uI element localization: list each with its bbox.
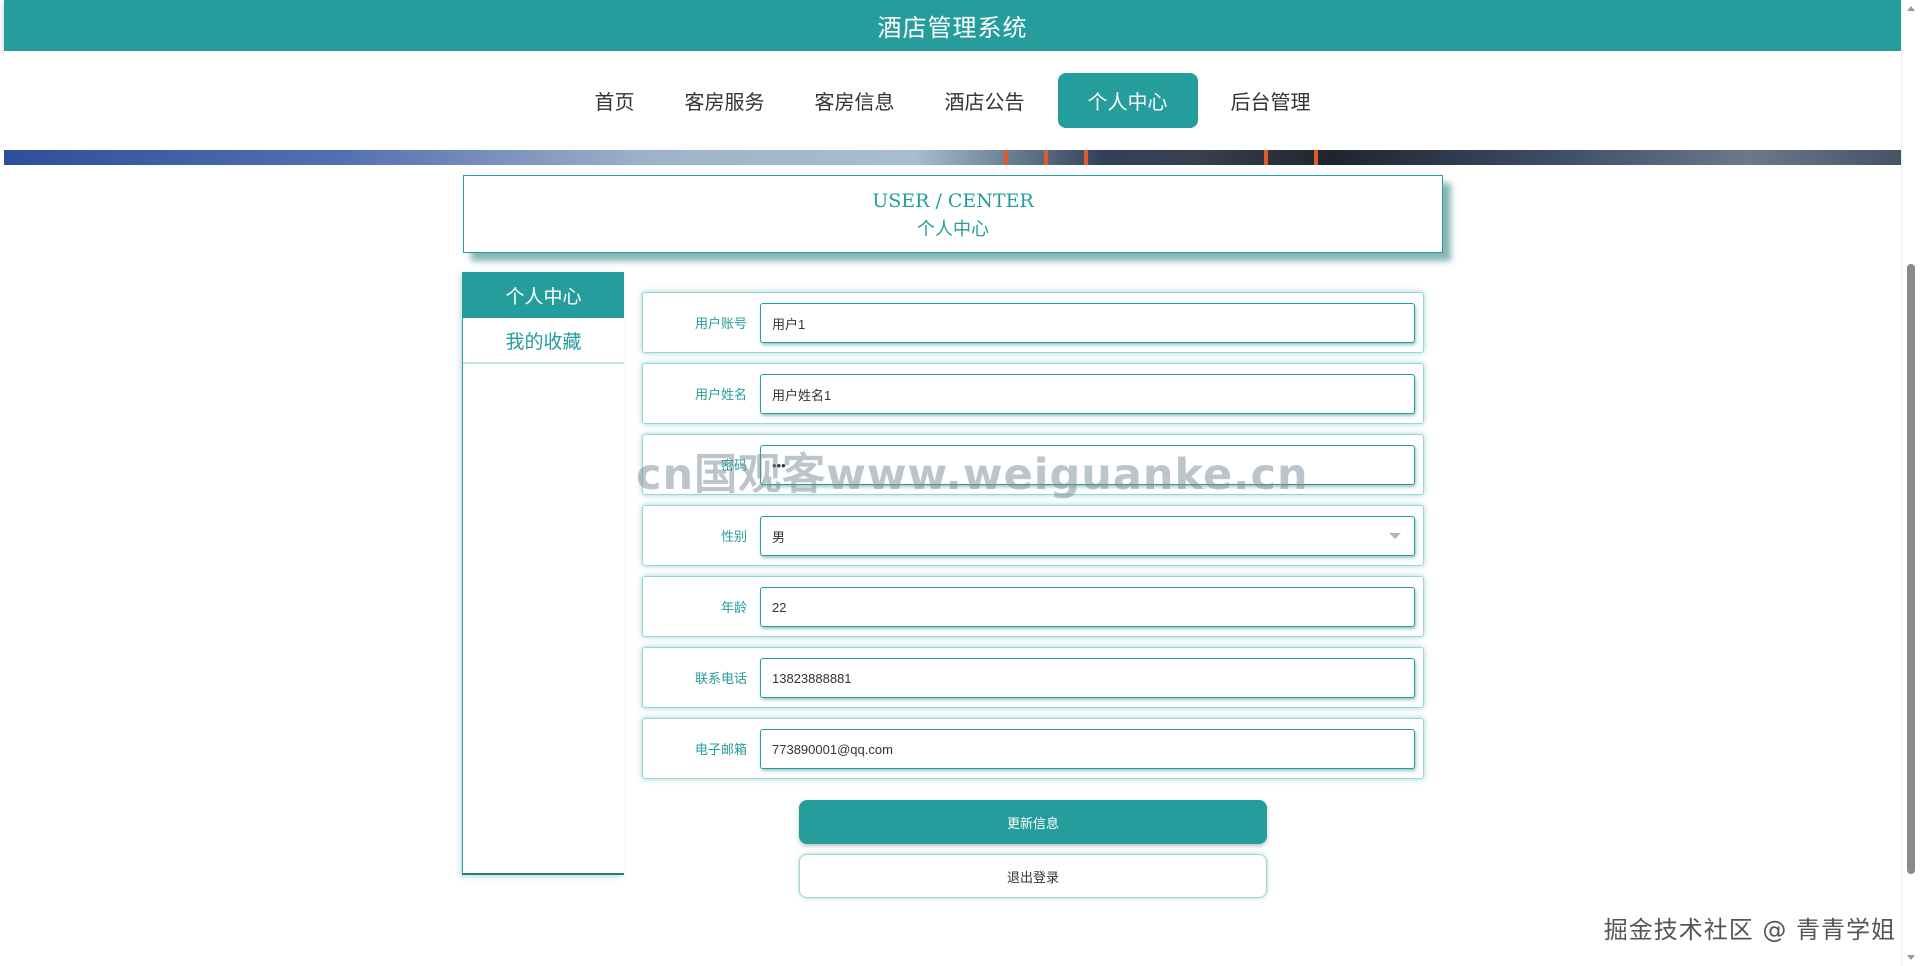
banner-light	[1264, 150, 1268, 165]
scroll-down-icon[interactable]	[1907, 955, 1915, 960]
nav-item-user-center[interactable]: 个人中心	[1057, 73, 1198, 128]
app-title: 酒店管理系统	[877, 14, 1028, 42]
phone-input[interactable]	[760, 658, 1415, 698]
form-row-age: 年龄	[642, 576, 1424, 637]
page-heading-en: USER / CENTER	[872, 190, 1034, 212]
email-input[interactable]	[760, 729, 1415, 769]
form-row-phone: 联系电话	[642, 647, 1424, 708]
scrollbar-thumb[interactable]	[1907, 264, 1915, 874]
name-label: 用户姓名	[694, 388, 747, 403]
side-menu: 个人中心 我的收藏	[462, 272, 624, 875]
form-row-account: 用户账号	[642, 292, 1424, 353]
form-row-gender: 性别 男	[642, 505, 1424, 566]
banner-light	[1004, 150, 1008, 165]
nav-item-admin[interactable]: 后台管理	[1214, 73, 1328, 128]
side-item-user-center[interactable]: 个人中心	[463, 272, 624, 318]
footer-credit: 掘金技术社区 @ 青青学姐	[1603, 916, 1896, 944]
gender-label: 性别	[720, 530, 747, 545]
email-label: 电子邮箱	[694, 743, 747, 758]
nav-item-room-info[interactable]: 客房信息	[798, 73, 912, 128]
phone-label: 联系电话	[694, 672, 747, 687]
update-info-button[interactable]: 更新信息	[799, 800, 1267, 844]
logout-button[interactable]: 退出登录	[799, 854, 1267, 898]
nav-item-announcements[interactable]: 酒店公告	[928, 73, 1042, 128]
gender-select-value[interactable]: 男	[760, 516, 1415, 556]
chevron-down-icon[interactable]	[1389, 533, 1401, 539]
banner-light	[1084, 150, 1088, 165]
nav-item-home[interactable]: 首页	[578, 73, 652, 128]
banner-light	[1314, 150, 1318, 165]
form-row-name: 用户姓名	[642, 363, 1424, 424]
vertical-scrollbar[interactable]	[1901, 0, 1920, 966]
nav-item-room-service[interactable]: 客房服务	[668, 73, 782, 128]
banner-image	[4, 150, 1901, 165]
age-input[interactable]	[760, 587, 1415, 627]
scroll-up-icon[interactable]	[1907, 6, 1915, 11]
account-input[interactable]	[760, 303, 1415, 343]
main-nav: 首页 客房服务 客房信息 酒店公告 个人中心 后台管理	[4, 51, 1901, 150]
page-heading-cn: 个人中心	[917, 219, 989, 240]
account-label: 用户账号	[694, 317, 747, 332]
page-heading: USER / CENTER 个人中心	[463, 175, 1443, 253]
form-row-email: 电子邮箱	[642, 718, 1424, 779]
side-item-favorites[interactable]: 我的收藏	[463, 318, 624, 364]
watermark: cn国观客www.weiguanke.cn	[636, 450, 1309, 500]
name-input[interactable]	[760, 374, 1415, 414]
title-bar: 酒店管理系统	[4, 0, 1901, 51]
age-label: 年龄	[720, 601, 747, 616]
banner-light	[1044, 150, 1048, 165]
gender-select[interactable]: 男	[760, 516, 1415, 556]
page: 酒店管理系统 首页 客房服务 客房信息 酒店公告 个人中心 后台管理 USER …	[0, 0, 1920, 966]
